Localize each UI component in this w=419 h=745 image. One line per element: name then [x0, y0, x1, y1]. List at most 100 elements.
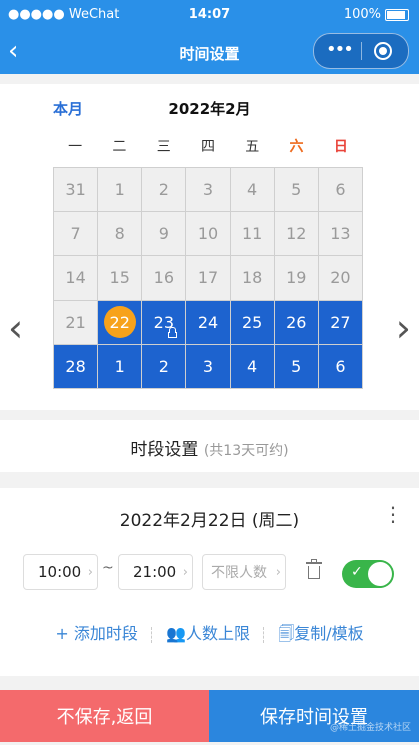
calendar-day[interactable]: 5	[274, 168, 318, 212]
lock-icon	[168, 326, 178, 338]
time-separator: ~	[102, 560, 114, 576]
calendar-day[interactable]: 13	[318, 212, 362, 256]
time-slot-card: 2022年2月22日 (周二) ⋮ 10:00 › ~ 21:00 › 不限人数…	[0, 488, 419, 676]
chevron-right-icon: ›	[275, 564, 281, 580]
day-number: 24	[197, 312, 219, 332]
slot-enabled-toggle[interactable]: ✓	[342, 560, 394, 588]
copy-template-button[interactable]: 🗐复制/模板	[278, 624, 363, 643]
day-number: 16	[153, 268, 175, 288]
month-title: 2022年2月	[168, 100, 251, 118]
calendar-day[interactable]: 15	[98, 256, 142, 300]
calendar-day[interactable]: 2	[142, 168, 186, 212]
day-number: 18	[241, 268, 263, 288]
calendar-day[interactable]: 4	[230, 344, 274, 388]
calendar-day[interactable]: 16	[142, 256, 186, 300]
weekday-thu: 四	[200, 139, 215, 155]
calendar-day[interactable]: 9	[142, 212, 186, 256]
day-number: 6	[335, 180, 346, 200]
calendar-day[interactable]: 23	[142, 300, 186, 344]
users-icon: 👥	[166, 624, 186, 643]
calendar-day[interactable]: 14	[54, 256, 98, 300]
calendar-day[interactable]: 10	[186, 212, 230, 256]
calendar-day[interactable]: 6	[318, 344, 362, 388]
more-options-icon[interactable]: ⋮	[383, 502, 403, 526]
day-number: 21	[65, 312, 86, 332]
period-label: 时段设置	[130, 440, 199, 460]
calendar-day[interactable]: 4	[230, 168, 274, 212]
battery-icon	[385, 8, 409, 21]
period-settings-card: 时段设置 (共13天可约)	[0, 420, 419, 472]
calendar-day[interactable]: 5	[274, 344, 318, 388]
capsule-divider	[361, 42, 362, 60]
calendar-day[interactable]: 7	[54, 212, 98, 256]
people-limit-input[interactable]: 不限人数 ›	[202, 554, 286, 590]
calendar-day[interactable]: 17	[186, 256, 230, 300]
day-number: 10	[197, 224, 219, 244]
calendar-day[interactable]: 18	[230, 256, 274, 300]
day-number: 28	[65, 356, 86, 376]
calendar-day[interactable]: 31	[54, 168, 98, 212]
people-limit-placeholder: 不限人数	[211, 565, 267, 581]
trash-bin	[308, 566, 320, 579]
day-number: 3	[202, 180, 214, 200]
calendar-day[interactable]: 6	[318, 168, 362, 212]
trash-lid	[306, 562, 322, 564]
more-menu-icon[interactable]: •••	[326, 39, 354, 60]
day-number: 26	[286, 312, 307, 332]
end-time-picker[interactable]: 21:00 ›	[118, 554, 193, 590]
calendar-day[interactable]: 12	[274, 212, 318, 256]
calendar-day[interactable]: 8	[98, 212, 142, 256]
close-target-icon[interactable]	[374, 42, 392, 60]
mini-program-capsule: •••	[313, 33, 409, 69]
day-number: 3	[202, 356, 214, 376]
weekday-fri: 五	[245, 139, 260, 155]
slot-actions: + 添加时段 👥人数上限 🗐复制/模板	[0, 620, 419, 650]
watermark: @稀土掘金技术社区	[329, 723, 411, 733]
calendar-day[interactable]: 3	[186, 168, 230, 212]
people-limit-button[interactable]: 👥人数上限	[166, 624, 250, 643]
check-icon: ✓	[351, 564, 363, 580]
slot-date: 2022年2月22日 (周二)	[119, 511, 300, 531]
copy-icon: 🗐	[278, 624, 295, 643]
nav-bar: ‹ 时间设置 •••	[0, 30, 419, 74]
day-number: 25	[241, 312, 263, 332]
status-bar: ●●●●● WeChat 14:07 100%	[0, 0, 419, 30]
calendar-day[interactable]: 21	[54, 300, 98, 344]
day-number: 22	[109, 312, 130, 332]
start-time-value: 10:00	[38, 563, 82, 581]
day-number: 14	[65, 268, 86, 288]
weekday-mon: 一	[68, 139, 83, 155]
prev-month-arrow-icon[interactable]: ‹	[8, 306, 23, 350]
next-month-arrow-icon[interactable]: ›	[396, 306, 411, 350]
add-period-button[interactable]: + 添加时段	[55, 624, 138, 643]
chevron-right-icon: ›	[182, 564, 188, 580]
calendar-day[interactable]: 19	[274, 256, 318, 300]
calendar-day[interactable]: 24	[186, 300, 230, 344]
calendar-day[interactable]: 22	[98, 300, 142, 344]
weekday-tue: 二	[112, 139, 127, 155]
calendar-day[interactable]: 11	[230, 212, 274, 256]
trash-icon[interactable]	[306, 559, 322, 579]
day-number: 31	[65, 180, 86, 200]
calendar-day[interactable]: 2	[142, 344, 186, 388]
calendar-day[interactable]: 28	[54, 344, 98, 388]
calendar-card: 本月 2022年2月 一 二 三 四 五 六 日 31 1 2 3 4 5 6 7 8 9 10 11…	[0, 84, 419, 410]
weekday-header: 一 二 三 四 五 六 日	[53, 136, 363, 156]
day-number: 15	[109, 268, 130, 288]
calendar-day[interactable]: 1	[98, 168, 142, 212]
calendar-day[interactable]: 3	[186, 344, 230, 388]
calendar-day[interactable]: 27	[318, 300, 362, 344]
toggle-knob	[368, 562, 392, 586]
calendar-day[interactable]: 1	[98, 344, 142, 388]
calendar-day[interactable]: 25	[230, 300, 274, 344]
save-time-settings-button[interactable]: 保存时间设置	[209, 690, 419, 742]
battery-status: 100%	[344, 7, 409, 22]
day-number: 2	[158, 180, 169, 200]
calendar-day[interactable]: 20	[318, 256, 362, 300]
start-time-picker[interactable]: 10:00 ›	[23, 554, 98, 590]
day-number: 1	[114, 180, 125, 200]
discard-return-button[interactable]: 不保存,返回	[0, 690, 209, 742]
day-number: 23	[153, 312, 175, 332]
calendar-day[interactable]: 26	[274, 300, 318, 344]
battery-percent: 100%	[343, 7, 381, 22]
